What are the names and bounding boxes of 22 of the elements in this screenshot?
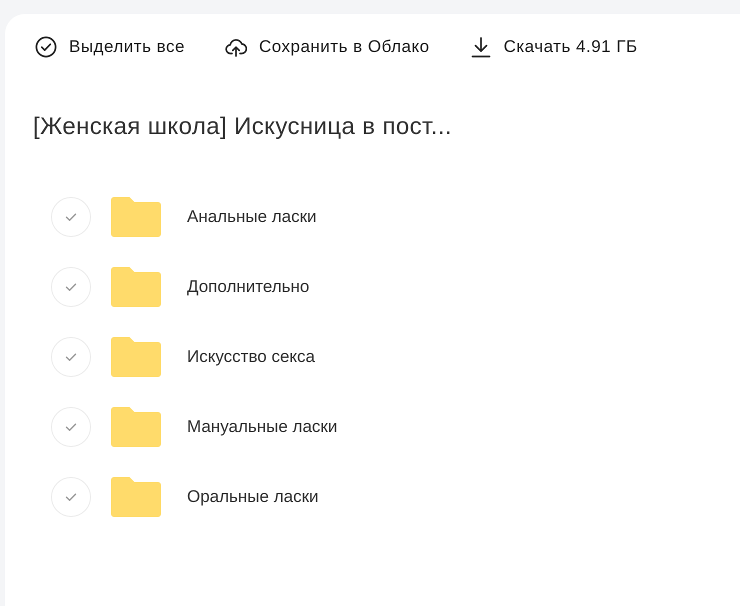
select-all-button[interactable]: Выделить все [35,36,185,58]
folder-icon[interactable] [111,197,161,237]
folder-name[interactable]: Дополнительно [187,277,310,297]
checkbox[interactable] [51,197,91,237]
folder-icon[interactable] [111,407,161,447]
save-to-cloud-button[interactable]: Сохранить в Облако [224,36,430,58]
folder-name[interactable]: Оральные ласки [187,487,319,507]
folder-name[interactable]: Искусство секса [187,347,315,367]
folder-title: [Женская школа] Искусница в пост... [33,112,453,142]
folder-name[interactable]: Мануальные ласки [187,417,338,437]
checkbox[interactable] [51,407,91,447]
folder-icon[interactable] [111,267,161,307]
check-circle-icon [35,36,57,58]
checkbox[interactable] [51,267,91,307]
cloud-upload-icon [224,36,247,58]
checkbox[interactable] [51,477,91,517]
folder-icon[interactable] [111,477,161,517]
folder-name[interactable]: Анальные ласки [187,207,317,227]
folder-icon[interactable] [111,337,161,377]
download-button[interactable]: Скачать 4.91 ГБ [470,36,638,58]
download-icon [470,36,492,58]
checkbox[interactable] [51,337,91,377]
